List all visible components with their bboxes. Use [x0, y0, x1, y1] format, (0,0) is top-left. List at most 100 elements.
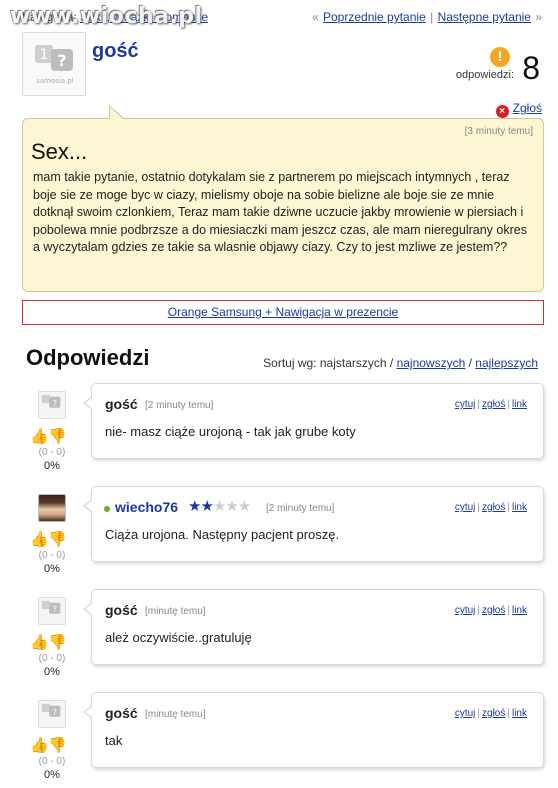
permalink[interactable]: link [512, 502, 527, 513]
answer-actions: cytuj | zgłoś | link [454, 399, 527, 410]
answer-author-link[interactable]: wiecho76 [115, 499, 178, 515]
answer-actions: cytuj | zgłoś | link [454, 708, 527, 719]
answer-time: [minutę temu] [145, 606, 206, 617]
next-question-link[interactable]: Następne pytanie [438, 10, 531, 24]
svg-text:1: 1 [40, 47, 49, 63]
answer-author-avatar: ? [38, 597, 66, 625]
question-body: mam takie pytanie, ostatnio dotykalam si… [33, 170, 527, 254]
svg-text:?: ? [53, 604, 57, 614]
answer-text: ależ oczywiście..gratuluję [105, 630, 252, 645]
answer-time: [2 minuty temu] [266, 503, 335, 514]
user-rating: ★★★★★ [188, 497, 251, 515]
sort-options: Sortuj wg: najstarszych / najnowszych / … [263, 356, 538, 370]
answer-text: nie- masz ciąże urojoną - tak jak grube … [105, 424, 356, 439]
answer-author: gość [105, 602, 138, 618]
answers-count-label: odpowiedzi: [455, 69, 514, 81]
thumb-down-icon[interactable]: 👎 [48, 531, 67, 549]
answer-item: ? 👍👎 (0 - 0) 0% gość [minutę temu] cytuj… [0, 589, 558, 689]
answer-bubble: gość [minutę temu] cytuj | zgłoś | link ależ… [83, 589, 544, 665]
quote-link[interactable]: cytuj [455, 502, 476, 513]
avatar-watermark: samosia.pl [36, 77, 74, 85]
promo-link[interactable]: Orange Samsung + Nawigacja w prezencie [168, 305, 398, 319]
thumb-up-icon[interactable]: 👍 [30, 634, 49, 652]
report-answer-link[interactable]: zgłoś [482, 502, 505, 513]
answers-count: 8 [522, 50, 540, 86]
vote-box: 👍👎 (0 - 0) 0% [30, 737, 74, 781]
thumb-up-icon[interactable]: 👍 [30, 428, 49, 446]
watermark: www.wiocha.pl [10, 4, 203, 29]
vote-counts: (0 - 0) [38, 550, 66, 561]
svg-text:?: ? [53, 398, 57, 408]
report-answer-link[interactable]: zgłoś [482, 708, 505, 719]
default-avatar-icon: ? [41, 600, 61, 614]
answer-actions: cytuj | zgłoś | link [454, 605, 527, 616]
answer-bubble: gość [minutę temu] cytuj | zgłoś | link tak [83, 692, 544, 768]
vote-counts: (0 - 0) [38, 756, 66, 767]
close-circle-icon: × [495, 105, 509, 118]
thumb-up-icon[interactable]: 👍 [30, 531, 49, 549]
promo-banner: Orange Samsung + Nawigacja w prezencie [22, 300, 544, 325]
quote-link[interactable]: cytuj [455, 708, 476, 719]
nav-separator: | [430, 10, 434, 24]
report-answer-link[interactable]: zgłoś [482, 399, 505, 410]
user-avatar[interactable] [38, 494, 66, 522]
nav-open-quote: « [311, 10, 319, 24]
vote-percent: 0% [44, 563, 60, 575]
answer-time: [minutę temu] [145, 709, 206, 720]
question-author[interactable]: gość [92, 40, 139, 63]
answer-text: Ciąża urojona. Następny pacjent proszę. [105, 527, 340, 542]
star-empty-icon: ★ [225, 498, 238, 515]
vote-box: 👍👎 (0 - 0) 0% [30, 531, 74, 575]
answer-author: gość [105, 396, 138, 412]
answer-bubble: gość [2 minuty temu] cytuj | zgłoś | link ni… [83, 383, 544, 459]
thumb-down-icon[interactable]: 👎 [48, 428, 67, 446]
answers-heading: Odpowiedzi [26, 345, 150, 370]
sort-label: Sortuj wg: najstarszych / [263, 356, 394, 370]
thumb-down-icon[interactable]: 👎 [48, 737, 67, 755]
quote-link[interactable]: cytuj [455, 605, 476, 616]
answer-item: ? 👍👎 (0 - 0) 0% gość [2 minuty temu] cyt… [0, 383, 558, 483]
star-filled-icon: ★ [200, 498, 213, 515]
svg-text:?: ? [53, 707, 57, 717]
permalink[interactable]: link [512, 399, 527, 410]
permalink[interactable]: link [512, 708, 527, 719]
previous-question-link[interactable]: Poprzednie pytanie [323, 10, 426, 24]
answer-author-avatar: ? [38, 700, 66, 728]
sort-newest-link[interactable]: najnowszych [397, 356, 466, 370]
default-avatar-icon: ? [41, 703, 61, 717]
permalink[interactable]: link [512, 605, 527, 616]
question-bubble: [3 minuty temu] Sex... mam takie pytanie… [22, 105, 544, 292]
answer-text: tak [105, 733, 123, 748]
question-author-avatar: 1 ? samosia.pl [22, 32, 86, 96]
vote-box: 👍👎 (0 - 0) 0% [30, 634, 74, 678]
star-empty-icon: ★ [212, 498, 226, 515]
sort-separator: / [468, 356, 472, 370]
answer-time: [2 minuty temu] [145, 400, 214, 411]
star-empty-icon: ★ [237, 498, 251, 515]
question-time: [3 minuty temu] [464, 126, 533, 137]
question-navigation: « Poprzednie pytanie | Następne pytanie … [312, 10, 542, 24]
report-answer-link[interactable]: zgłoś [482, 605, 505, 616]
answer-item: 👍👎 (0 - 0) 0% wiecho76 ★★★★★ [2 minuty t… [0, 486, 558, 586]
answer-author-avatar: ? [38, 391, 66, 419]
report-question[interactable]: × Zgłoś [495, 101, 542, 118]
answer-actions: cytuj | zgłoś | link [454, 502, 527, 513]
star-filled-icon: ★ [188, 498, 201, 515]
vote-box: 👍👎 (0 - 0) 0% [30, 428, 74, 472]
thumb-up-icon[interactable]: 👍 [30, 737, 49, 755]
vote-percent: 0% [44, 460, 60, 472]
report-link[interactable]: Zgłoś [513, 101, 542, 115]
sort-best-link[interactable]: najlepszych [475, 356, 538, 370]
quote-link[interactable]: cytuj [455, 399, 476, 410]
question-title: Sex... [31, 139, 88, 164]
default-avatar-icon: 1 ? samosia.pl [35, 45, 74, 85]
vote-counts: (0 - 0) [38, 653, 66, 664]
exclamation-icon: ! [490, 47, 510, 67]
vote-counts: (0 - 0) [38, 447, 66, 458]
svg-text:?: ? [57, 51, 66, 70]
online-status-icon [104, 506, 110, 512]
thumb-down-icon[interactable]: 👎 [48, 634, 67, 652]
nav-close-quote: » [535, 10, 542, 24]
vote-percent: 0% [44, 769, 60, 781]
vote-percent: 0% [44, 666, 60, 678]
